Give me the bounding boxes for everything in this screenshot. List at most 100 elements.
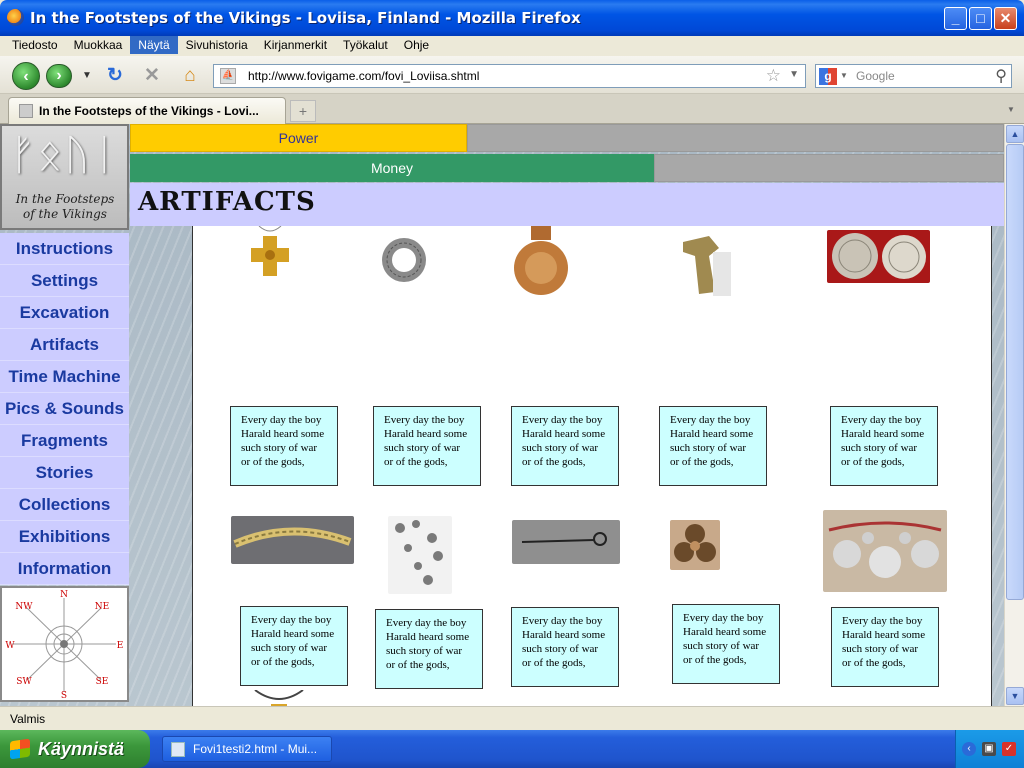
ring-pendant-icon	[382, 238, 426, 282]
nav-fragments[interactable]: Fragments	[0, 425, 129, 457]
menu-help[interactable]: Ohje	[396, 36, 437, 54]
menu-view[interactable]: Näytä	[130, 36, 178, 54]
reload-icon[interactable]: ↻	[104, 65, 126, 87]
nav-exhibitions[interactable]: Exhibitions	[0, 521, 129, 553]
tab-favicon-icon	[19, 104, 33, 118]
stop-icon[interactable]: ✕	[141, 65, 163, 87]
animal-head-icon	[683, 236, 731, 296]
nav-information[interactable]: Information	[0, 553, 129, 585]
nav-pics-sounds[interactable]: Pics & Sounds	[0, 393, 129, 425]
nav-excavation[interactable]: Excavation	[0, 297, 129, 329]
search-bar[interactable]: g ▼ Google ⚲	[815, 64, 1012, 88]
scroll-up-icon[interactable]: ▲	[1006, 125, 1024, 143]
navigation-toolbar: ‹ › ▼ ↻ ✕ ⌂ ⛵ http://www.fovigame.com/fo…	[0, 56, 1024, 94]
story-card: Every day the boy Harald heard some such…	[375, 609, 483, 689]
window-title: In the Footsteps of the Vikings - Loviis…	[30, 9, 581, 27]
nav-artifacts[interactable]: Artifacts	[0, 329, 129, 361]
document-icon	[171, 742, 185, 757]
menu-file[interactable]: Tiedosto	[0, 36, 66, 54]
logo-caption: In the Footsteps of the Vikings	[15, 192, 115, 221]
taskbar-item[interactable]: Fovi1testi2.html - Mui...	[162, 736, 332, 762]
status-text: Valmis	[10, 712, 46, 726]
brooch-icon	[514, 226, 568, 295]
home-icon[interactable]: ⌂	[179, 65, 201, 87]
story-card: Every day the boy Harald heard some such…	[831, 607, 939, 687]
artifact-image[interactable]	[231, 516, 354, 564]
menu-bar: Tiedosto Muokkaa Näytä Sivuhistoria Kirjanme…	[0, 36, 1024, 56]
window-title-bar[interactable]: In the Footsteps of the Vikings - Loviis…	[0, 0, 1024, 36]
menu-edit[interactable]: Muokkaa	[66, 36, 131, 54]
new-tab-button[interactable]: +	[290, 100, 316, 122]
tab-strip: In the Footsteps of the Vikings - Lovi..…	[0, 94, 1024, 124]
close-button[interactable]: ✕	[994, 7, 1017, 30]
beads-icon	[395, 520, 443, 585]
artifact-image[interactable]	[679, 232, 733, 298]
compass-e: E	[117, 641, 124, 651]
compass-sw: SW	[16, 677, 32, 687]
story-card: Every day the boy Harald heard some such…	[830, 406, 938, 486]
tab-list-icon[interactable]: ▼	[1004, 100, 1018, 120]
artifact-image[interactable]	[511, 226, 571, 298]
google-engine-icon[interactable]: g	[819, 68, 837, 85]
scroll-down-icon[interactable]: ▼	[1006, 687, 1024, 705]
side-navigation: Instructions Settings Excavation Artifac…	[0, 233, 129, 585]
taskbar-item-label: Fovi1testi2.html - Mui...	[193, 742, 318, 756]
tab-vikings[interactable]: In the Footsteps of the Vikings - Lovi..…	[8, 97, 286, 124]
story-card: Every day the boy Harald heard some such…	[511, 607, 619, 687]
address-bar[interactable]: ⛵ http://www.fovigame.com/fovi_Loviisa.s…	[213, 64, 806, 88]
artifact-image[interactable]	[245, 226, 295, 286]
page-header: Artifacts	[130, 183, 1004, 226]
nav-settings[interactable]: Settings	[0, 265, 129, 297]
start-label: Käynnistä	[38, 739, 125, 759]
story-card: Every day the boy Harald heard some such…	[230, 406, 338, 486]
artifact-image[interactable]	[251, 690, 307, 706]
search-placeholder: Google	[856, 69, 895, 83]
site-logo[interactable]: ᚠᛟᚢᛁ In the Footsteps of the Vikings	[0, 124, 129, 230]
antivirus-icon[interactable]: ✓	[1002, 742, 1016, 756]
compass-ne: NE	[95, 602, 109, 612]
artifact-image[interactable]	[388, 516, 452, 594]
menu-history[interactable]: Sivuhistoria	[178, 36, 256, 54]
vertical-scrollbar[interactable]: ▲ ▼	[1004, 124, 1024, 706]
firefox-icon	[7, 9, 24, 26]
network-icon[interactable]: ▣	[982, 742, 996, 756]
minimize-button[interactable]: _	[944, 7, 967, 30]
story-card: Every day the boy Harald heard some such…	[373, 406, 481, 486]
artifact-image[interactable]	[512, 520, 620, 564]
bookmark-star-icon[interactable]: ☆	[766, 66, 781, 86]
engine-dropdown-icon[interactable]: ▼	[840, 71, 848, 80]
url-dropdown-icon[interactable]: ▼	[789, 69, 799, 80]
nav-stories[interactable]: Stories	[0, 457, 129, 489]
cross-pendant-icon	[251, 226, 289, 276]
back-button[interactable]: ‹	[12, 62, 40, 90]
artifact-image[interactable]	[823, 510, 947, 592]
nav-collections[interactable]: Collections	[0, 489, 129, 521]
story-card: Every day the boy Harald heard some such…	[240, 606, 348, 686]
pin-icon	[521, 532, 607, 546]
menu-bookmarks[interactable]: Kirjanmerkit	[256, 36, 335, 54]
compass-s: S	[61, 691, 67, 700]
maximize-button[interactable]: □	[969, 7, 992, 30]
scroll-thumb[interactable]	[1006, 144, 1024, 600]
forward-button[interactable]: ›	[46, 64, 72, 88]
artifact-image[interactable]	[827, 230, 930, 283]
compass-rose[interactable]: N NE E SE S SW W NW	[0, 586, 129, 702]
coins-icon	[832, 233, 926, 279]
artifact-image[interactable]	[378, 226, 430, 290]
tray-expand-icon[interactable]: ‹	[962, 742, 976, 756]
nav-instructions[interactable]: Instructions	[0, 233, 129, 265]
compass-w: W	[5, 641, 15, 651]
story-card: Every day the boy Harald heard some such…	[511, 406, 619, 486]
history-dropdown-icon[interactable]: ▼	[76, 65, 98, 87]
start-button[interactable]: Käynnistä	[0, 730, 150, 768]
artifact-image[interactable]	[670, 520, 720, 570]
menu-tools[interactable]: Työkalut	[335, 36, 396, 54]
page-content: Power Money Artifacts ᚠᛟᚢᛁ In the Footst…	[0, 124, 1004, 706]
artifacts-panel: Every day the boy Harald heard some such…	[192, 226, 992, 706]
search-icon[interactable]: ⚲	[995, 66, 1007, 86]
status-bar: Valmis	[0, 706, 1024, 730]
nav-time-machine[interactable]: Time Machine	[0, 361, 129, 393]
power-meter: Power	[130, 124, 467, 152]
system-tray: ‹ ▣ ✓	[955, 730, 1024, 768]
bracelet-icon	[233, 527, 352, 548]
